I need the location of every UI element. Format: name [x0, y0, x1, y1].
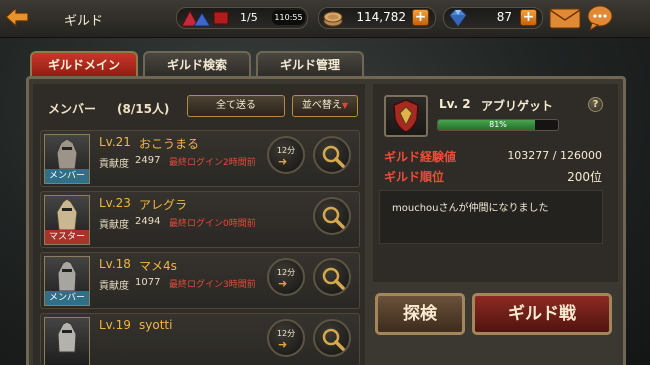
magnifier-icon [322, 206, 345, 229]
caret-down-icon: ▼ [341, 101, 349, 110]
send-all-button[interactable]: 全て送る [187, 95, 285, 117]
inspect-button[interactable] [313, 136, 351, 174]
exp-percent: 81% [489, 120, 507, 129]
gift-timer-button[interactable]: 12分 ➜ [267, 136, 305, 174]
contribution-value: 1077 [135, 277, 161, 288]
help-icon[interactable]: ? [588, 97, 603, 112]
avatar [44, 317, 90, 365]
last-login: 最終ログイン3時間前 [169, 280, 256, 290]
guild-level: Lv. 2 [439, 97, 471, 111]
inspect-button[interactable] [313, 197, 351, 235]
tab-guild-main[interactable]: ギルドメイン [30, 51, 138, 77]
member-row[interactable]: メンバー Lv.18 マメ4s 貢献度 1077 最終ログイン3時間前 12分 … [40, 252, 360, 309]
guild-rank-label: ギルド順位 [384, 170, 445, 184]
explore-button[interactable]: 探検 [375, 293, 465, 335]
back-arrow-icon[interactable] [4, 5, 30, 29]
last-login: 最終ログイン2時間前 [169, 158, 256, 168]
gold-value: 114,782 [356, 10, 406, 24]
stamina-timer: 110:55 [272, 10, 305, 25]
gift-timer-button[interactable]: 12分 ➜ [267, 319, 305, 357]
contribution-label: 貢献度 [99, 281, 129, 292]
tab-guild-search[interactable]: ギルド検索 [143, 51, 251, 77]
contribution-label: 貢献度 [99, 159, 129, 170]
tab-guild-manage[interactable]: ギルド管理 [256, 51, 364, 77]
member-level: Lv.18 [99, 257, 131, 271]
contribution-label: 貢献度 [99, 220, 129, 231]
mail-icon[interactable] [549, 7, 581, 29]
magnifier-icon [322, 145, 345, 168]
member-level: Lv.19 [99, 318, 131, 332]
avatar: メンバー [44, 256, 90, 306]
last-login: 最終ログイン0時間前 [169, 219, 256, 229]
guild-emblem-icon [384, 95, 428, 137]
gem-value: 87 [496, 10, 512, 24]
stamina-icon [180, 8, 238, 28]
member-name: アレグラ [139, 198, 188, 212]
member-label: メンバー [48, 102, 97, 116]
role-badge: マスター [45, 230, 89, 244]
member-row[interactable]: マスター Lv.23 アレグラ 貢献度 2494 最終ログイン0時間前 [40, 191, 360, 248]
member-name: マメ4s [139, 259, 177, 273]
member-row[interactable]: Lv.19 syotti 12分 ➜ [40, 313, 360, 365]
magnifier-icon [322, 267, 345, 290]
member-level: Lv.21 [99, 135, 131, 149]
member-row[interactable]: メンバー Lv.21 おこうまる 貢献度 2497 最終ログイン2時間前 12分… [40, 130, 360, 187]
sort-label: 並べ替え [301, 100, 342, 111]
stamina-value: 1/5 [240, 11, 258, 24]
arrow-right-icon: ➜ [278, 338, 288, 351]
member-count: (8/15人) [117, 102, 170, 116]
guild-exp-label: ギルド経験値 [384, 150, 457, 164]
add-gem-button[interactable]: + [520, 9, 537, 26]
page-title: ギルド [64, 14, 104, 29]
gift-timer-button[interactable]: 12分 ➜ [267, 258, 305, 296]
member-level: Lv.23 [99, 196, 131, 210]
contribution-value: 2497 [135, 155, 161, 166]
member-name: syotti [139, 318, 173, 332]
magnifier-icon [322, 328, 345, 351]
guild-rank-value: 200位 [567, 170, 602, 184]
guild-exp-bar: 81% [437, 119, 559, 131]
contribution-value: 2494 [135, 216, 161, 227]
inspect-button[interactable] [313, 319, 351, 357]
avatar: マスター [44, 195, 90, 245]
arrow-right-icon: ➜ [278, 277, 288, 290]
member-name: おこうまる [139, 137, 200, 151]
guild-news-text: mouchouさんが仲間になりました [392, 203, 549, 214]
avatar: メンバー [44, 134, 90, 184]
role-badge: メンバー [45, 291, 89, 305]
role-badge: メンバー [45, 169, 89, 183]
gem-icon [447, 8, 469, 28]
arrow-right-icon: ➜ [278, 155, 288, 168]
gold-coin-icon [322, 8, 344, 28]
chat-icon[interactable] [586, 4, 614, 32]
guild-exp-value: 103277 / 126000 [507, 149, 602, 162]
guild-name: アブリゲット [481, 99, 554, 113]
add-gold-button[interactable]: + [412, 9, 429, 26]
sort-button[interactable]: 並べ替え▼ [292, 95, 358, 117]
guild-war-button[interactable]: ギルド戦 [472, 293, 612, 335]
inspect-button[interactable] [313, 258, 351, 296]
